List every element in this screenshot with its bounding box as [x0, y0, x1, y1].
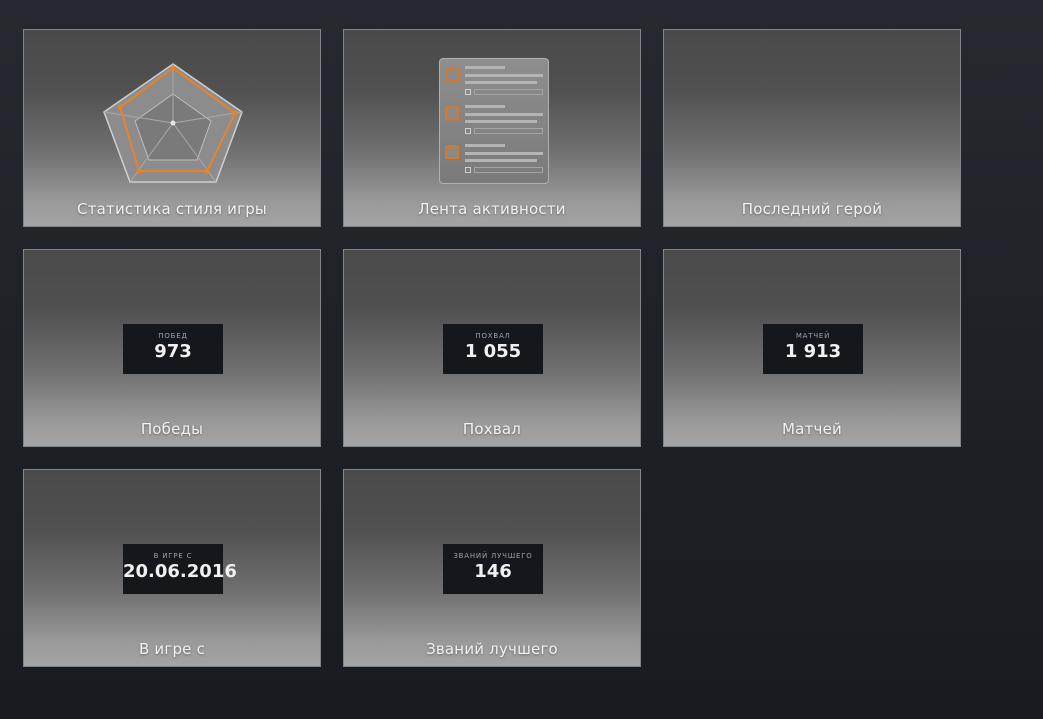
tile-commends[interactable]: Похвал 1 055 Похвал [343, 249, 641, 447]
stat-box: Матчей 1 913 [763, 324, 863, 374]
tile-activity-feed[interactable]: Лента активности [343, 29, 641, 227]
tile-matches[interactable]: Матчей 1 913 Матчей [663, 249, 961, 447]
tile-label: Победы [140, 420, 204, 438]
radar-chart-icon [103, 63, 243, 183]
tile-label: Лента активности [418, 200, 566, 218]
stat-value: 973 [154, 341, 192, 362]
stat-box: В игре с 20.06.2016 [123, 544, 237, 594]
tile-playing-since[interactable]: В игре с 20.06.2016 В игре с [23, 469, 321, 667]
tile-label: Статистика стиля игры [77, 200, 267, 218]
tile-last-hero[interactable]: Последний герой [663, 29, 961, 227]
stat-value: 146 [474, 561, 512, 582]
stat-caption: Званий лучшего [453, 552, 533, 560]
stat-box: Званий лучшего 146 [443, 544, 543, 594]
profile-tiles-grid: Статистика стиля игры Лента активности П… [23, 29, 963, 669]
stat-value: 20.06.2016 [123, 561, 237, 582]
stat-caption: Похвал [475, 332, 511, 340]
tile-label: В игре с [138, 640, 206, 658]
tile-label: Последний герой [741, 200, 883, 218]
stat-caption: Матчей [795, 332, 831, 340]
stat-box: Побед 973 [123, 324, 223, 374]
stat-caption: В игре с [153, 552, 193, 560]
tile-playstyle-stats[interactable]: Статистика стиля игры [23, 29, 321, 227]
tile-label: Матчей [782, 420, 842, 438]
tile-label: Похвал [462, 420, 522, 438]
stat-value: 1 913 [784, 341, 842, 362]
stat-value: 1 055 [464, 341, 522, 362]
stat-box: Похвал 1 055 [443, 324, 543, 374]
tile-best-ranks[interactable]: Званий лучшего 146 Званий лучшего [343, 469, 641, 667]
stat-caption: Побед [158, 332, 188, 340]
tile-label: Званий лучшего [426, 640, 558, 658]
tile-wins[interactable]: Побед 973 Победы [23, 249, 321, 447]
activity-feed-icon [439, 58, 549, 184]
